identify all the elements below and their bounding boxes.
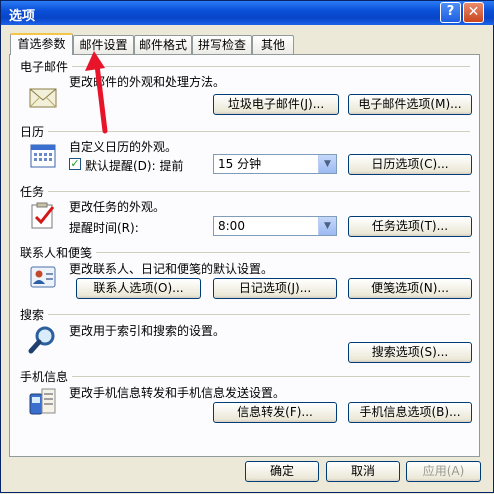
notes-options-button[interactable]: 便笺选项(N)... [348,278,472,299]
ok-button[interactable]: 确定 [245,461,319,482]
preferences-panel: 电子邮件 更改邮件的外观和处理方法。 垃圾电子邮件(J)... 电子邮件选项(M… [9,54,480,457]
envelope-icon [29,88,57,108]
options-dialog: 选项 ? ✕ 首选参数 邮件设置 邮件格式 拼写检查 其他 电子邮件 更改邮件的… [0,0,494,493]
default-reminder-checkbox[interactable]: ✓ [69,158,81,170]
tasks-description: 更改任务的外观。 [69,200,166,214]
contacts-section-heading: 联系人和便笺 [20,246,93,260]
search-description: 更改用于索引和搜索的设置。 [69,324,226,338]
search-options-button[interactable]: 搜索选项(S)... [348,342,472,363]
mobile-phone-icon [29,388,56,415]
section-divider [96,252,470,253]
cancel-button[interactable]: 取消 [326,461,400,482]
tasks-section-heading: 任务 [20,185,45,199]
reminder-time-dropdown[interactable]: 15 分钟 ▼ [213,154,337,174]
message-forward-button[interactable]: 信息转发(F)... [213,402,337,423]
tab-preferences[interactable]: 首选参数 [10,33,73,55]
contact-card-icon [30,266,56,288]
journal-options-button[interactable]: 日记选项(J)... [213,278,337,299]
contact-options-button[interactable]: 联系人选项(O)... [76,278,201,299]
task-check-icon [31,202,55,229]
calendar-options-button[interactable]: 日历选项(C)... [348,154,472,175]
contacts-description: 更改联系人、日记和便笺的默认设置。 [69,262,274,276]
calendar-icon [30,144,56,168]
section-divider [48,191,470,192]
email-section-heading: 电子邮件 [20,60,69,74]
email-description: 更改邮件的外观和处理方法。 [69,75,226,89]
calendar-description: 自定义日历的外观。 [69,140,178,154]
task-options-button[interactable]: 任务选项(T)... [348,216,472,237]
search-section-heading: 搜索 [20,308,45,322]
tab-mail-format[interactable]: 邮件格式 [134,35,192,54]
task-reminder-dropdown[interactable]: 8:00 ▼ [213,216,337,236]
mobile-options-button[interactable]: 手机信息选项(B)... [348,402,472,423]
help-button[interactable]: ? [440,2,461,23]
email-options-button[interactable]: 电子邮件选项(M)... [348,94,472,115]
window-title: 选项 [9,9,36,24]
section-divider [48,131,470,132]
task-reminder-value: 8:00 [218,219,245,233]
junk-email-button[interactable]: 垃圾电子邮件(J)... [213,94,339,115]
mobile-description: 更改手机信息转发和手机信息发送设置。 [69,386,286,400]
close-button[interactable]: ✕ [463,2,484,23]
chevron-down-icon[interactable]: ▼ [318,217,336,235]
calendar-section-heading: 日历 [20,125,45,139]
reminder-time-label: 提醒时间(R): [69,221,139,235]
apply-button[interactable]: 应用(A) [406,461,481,482]
reminder-time-value: 15 分钟 [218,157,262,171]
tab-mail-setup[interactable]: 邮件设置 [73,35,134,54]
section-divider [72,376,470,377]
section-divider [48,314,470,315]
default-reminder-label: 默认提醒(D): 提前 [85,159,184,173]
magnifier-icon [28,326,55,354]
tab-other[interactable]: 其他 [252,35,294,54]
chevron-down-icon[interactable]: ▼ [318,155,336,173]
section-divider [72,66,470,67]
mobile-section-heading: 手机信息 [20,370,69,384]
tab-spelling[interactable]: 拼写检查 [192,35,252,54]
title-bar[interactable]: 选项 ? ✕ [1,1,494,25]
